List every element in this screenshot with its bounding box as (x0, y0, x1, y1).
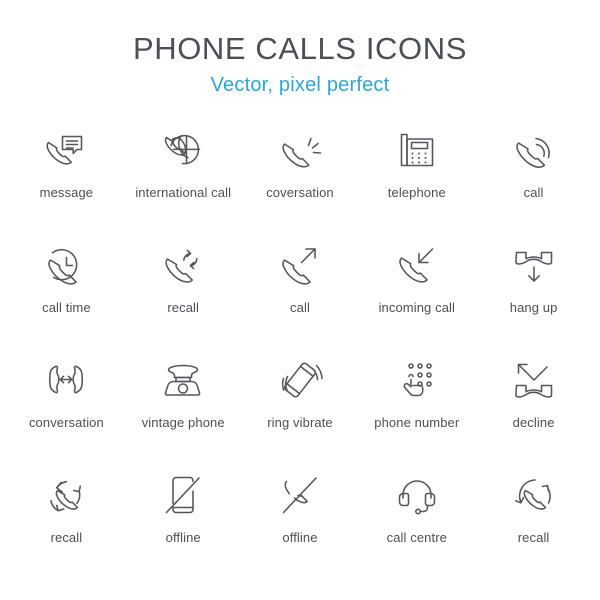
icon-cell-coversation[interactable]: coversation (242, 122, 359, 237)
icon-label: decline (512, 415, 555, 430)
icon-cell-recall-arrows[interactable]: recall (8, 467, 125, 582)
icon-cell-message[interactable]: message (8, 122, 125, 237)
icon-label: recall (50, 530, 83, 545)
icon-label: incoming call (378, 300, 456, 315)
icon-label: coversation (266, 185, 334, 200)
vintage-rotary-phone-icon (155, 352, 211, 408)
icon-cell-telephone[interactable]: telephone (358, 122, 475, 237)
phone-message-icon (38, 122, 94, 178)
icon-label: recall (167, 300, 200, 315)
icon-label: conversation (28, 415, 104, 430)
icon-label: international call (135, 185, 232, 200)
icon-cell-phone-number[interactable]: phone number (358, 352, 475, 467)
page-subtitle: Vector, pixel perfect (210, 74, 390, 96)
phone-clock-icon (38, 237, 94, 293)
icon-label: vintage phone (141, 415, 225, 430)
phone-outgoing-arrow-icon (272, 237, 328, 293)
icon-cell-decline[interactable]: decline (475, 352, 592, 467)
phone-circle-rotate-icon (506, 467, 562, 523)
globe-phone-icon (155, 122, 211, 178)
mobile-vibrate-icon (272, 352, 328, 408)
mobile-slash-icon (155, 467, 211, 523)
icon-label: ring vibrate (267, 415, 333, 430)
icon-label: offline (165, 530, 201, 545)
desk-telephone-icon (389, 122, 445, 178)
icon-label: call centre (386, 530, 447, 545)
icon-cell-recall-circle[interactable]: recall (475, 467, 592, 582)
icon-cell-ring-vibrate[interactable]: ring vibrate (242, 352, 359, 467)
icon-grid: message international call coversation t… (0, 122, 600, 582)
handset-down-arrow-icon (506, 237, 562, 293)
icon-cell-call-outgoing[interactable]: call (242, 237, 359, 352)
icon-label: call (523, 185, 544, 200)
icon-cell-vintage-phone[interactable]: vintage phone (125, 352, 242, 467)
page-title: PHONE CALLS ICONS (132, 31, 468, 66)
headset-icon (389, 467, 445, 523)
icon-cell-conversation[interactable]: conversation (8, 352, 125, 467)
icon-label: message (39, 185, 94, 200)
handset-slash-icon (272, 467, 328, 523)
icon-cell-offline-handset[interactable]: offline (242, 467, 359, 582)
icon-sheet: PHONE CALLS ICONS Vector, pixel perfect … (0, 0, 600, 600)
phone-ringing-lines-icon (272, 122, 328, 178)
icon-cell-call-centre[interactable]: call centre (358, 467, 475, 582)
icon-label: call (290, 300, 310, 315)
icon-cell-international-call[interactable]: international call (125, 122, 242, 237)
keypad-hand-icon (389, 352, 445, 408)
two-handsets-arrow-icon (38, 352, 94, 408)
icon-label: call time (42, 300, 91, 315)
phone-signal-arcs-icon (506, 122, 562, 178)
icon-cell-offline-mobile[interactable]: offline (125, 467, 242, 582)
icon-label: hang up (509, 300, 558, 315)
phone-refresh-icon (155, 237, 211, 293)
icon-label: recall (517, 530, 550, 545)
sheet-header: PHONE CALLS ICONS Vector, pixel perfect (0, 0, 600, 98)
icon-cell-call-time[interactable]: call time (8, 237, 125, 352)
icon-cell-hang-up[interactable]: hang up (475, 237, 592, 352)
icon-label: telephone (387, 185, 446, 200)
icon-label: offline (282, 530, 318, 545)
icon-label: phone number (374, 415, 460, 430)
phone-incoming-arrow-icon (389, 237, 445, 293)
handset-decline-arrow-icon (506, 352, 562, 408)
icon-cell-call-arcs[interactable]: call (475, 122, 592, 237)
icon-cell-incoming-call[interactable]: incoming call (358, 237, 475, 352)
phone-circular-arrows-icon (38, 467, 94, 523)
icon-cell-recall-refresh[interactable]: recall (125, 237, 242, 352)
